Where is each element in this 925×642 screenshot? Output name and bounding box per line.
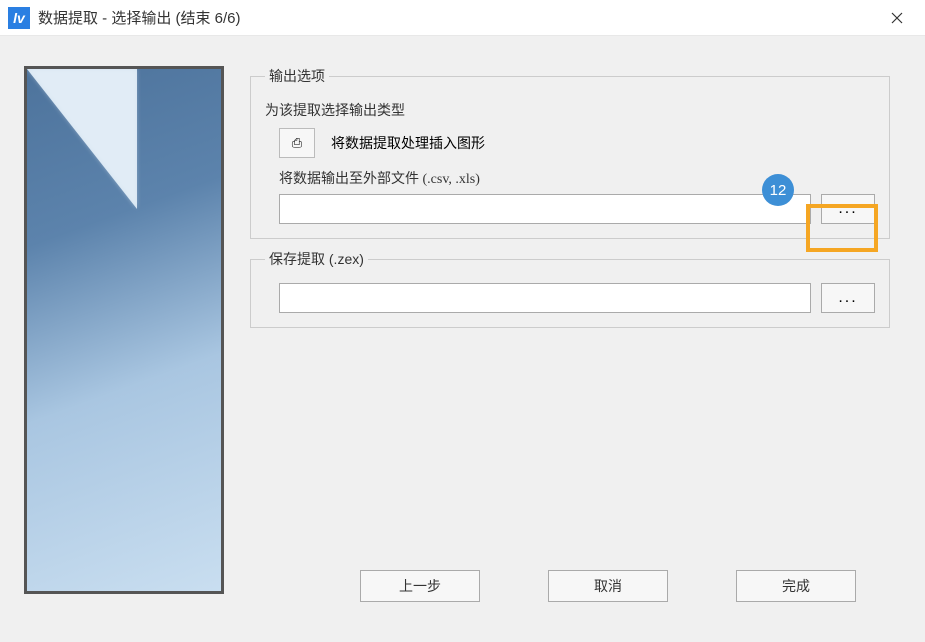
output-options-group: 输出选项 为该提取选择输出类型 ⎙ 将数据提取处理插入图形 将数据输出至外部文件… (250, 66, 890, 239)
close-icon (891, 12, 903, 24)
options-area: 输出选项 为该提取选择输出类型 ⎙ 将数据提取处理插入图形 将数据输出至外部文件… (250, 66, 890, 338)
wizard-buttons: 上一步 取消 完成 (360, 570, 856, 602)
window-title: 数据提取 - 选择输出 (结束 6/6) (38, 7, 241, 28)
dialog-content: 输出选项 为该提取选择输出类型 ⎙ 将数据提取处理插入图形 将数据输出至外部文件… (0, 36, 925, 642)
preview-image (27, 69, 221, 591)
output-type-label: 为该提取选择输出类型 (265, 100, 875, 120)
ellipsis-icon: ... (838, 289, 857, 307)
page-fold-icon (27, 69, 137, 209)
save-extraction-browse-button[interactable]: ... (821, 283, 875, 313)
finish-button[interactable]: 完成 (736, 570, 856, 602)
save-extraction-legend: 保存提取 (.zex) (265, 249, 368, 269)
output-options-legend: 输出选项 (265, 66, 329, 86)
app-icon: lv (8, 7, 30, 29)
cancel-button[interactable]: 取消 (548, 570, 668, 602)
preview-pane (24, 66, 224, 594)
table-icon: ⎙ (292, 135, 302, 151)
save-extraction-group: 保存提取 (.zex) ... (250, 249, 890, 328)
insert-into-drawing-button[interactable]: ⎙ (279, 128, 315, 158)
tutorial-step-badge: 12 (762, 174, 794, 206)
back-button[interactable]: 上一步 (360, 570, 480, 602)
close-button[interactable] (877, 0, 917, 36)
badge-number: 12 (770, 182, 787, 199)
titlebar: lv 数据提取 - 选择输出 (结束 6/6) (0, 0, 925, 36)
save-extraction-input[interactable] (279, 283, 811, 313)
insert-into-drawing-row: ⎙ 将数据提取处理插入图形 (279, 128, 875, 158)
save-extraction-row: ... (279, 283, 875, 313)
ellipsis-icon: ... (838, 200, 857, 218)
export-file-browse-button[interactable]: ... (821, 194, 875, 224)
insert-into-drawing-label: 将数据提取处理插入图形 (331, 133, 485, 153)
export-file-input[interactable] (279, 194, 811, 224)
